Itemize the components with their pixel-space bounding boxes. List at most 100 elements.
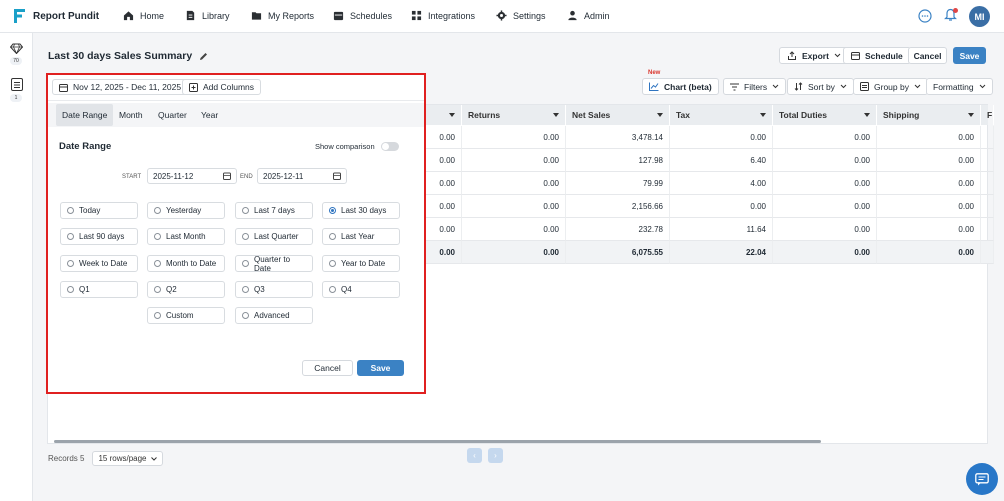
preset-option-last-30-days[interactable]: Last 30 days [322, 202, 400, 219]
preset-option-custom[interactable]: Custom [147, 307, 225, 324]
radio-button[interactable] [329, 260, 336, 267]
radio-button[interactable] [242, 233, 249, 240]
calendar-icon[interactable] [223, 172, 231, 180]
preset-option-last-7-days[interactable]: Last 7 days [235, 202, 313, 219]
radio-button[interactable] [242, 260, 249, 267]
save-button[interactable]: Save [953, 47, 986, 64]
radio-button[interactable] [154, 207, 161, 214]
radio-button[interactable] [67, 233, 74, 240]
nav-integrations[interactable]: Integrations [411, 10, 475, 21]
nav-settings[interactable]: Settings [496, 10, 546, 21]
new-badge: New [648, 70, 661, 76]
chart-button[interactable]: Chart (beta) [642, 78, 719, 95]
records-count: Records 5 [48, 454, 85, 463]
table-cell: 11.64 [670, 218, 773, 241]
folder-icon [251, 12, 262, 20]
sort-button[interactable]: Sort by [787, 78, 854, 95]
radio-button[interactable] [329, 286, 336, 293]
panel-save-button[interactable]: Save [357, 360, 404, 376]
chat-icon[interactable] [918, 9, 932, 23]
radio-button[interactable] [154, 260, 161, 267]
preset-option-advanced[interactable]: Advanced [235, 307, 313, 324]
radio-button[interactable] [242, 312, 249, 319]
report-title: Last 30 days Sales Summary [48, 50, 208, 62]
rows-per-page-select[interactable]: 15 rows/page [92, 451, 163, 466]
preset-option-last-month[interactable]: Last Month [147, 228, 225, 245]
preset-option-last-quarter[interactable]: Last Quarter [235, 228, 313, 245]
end-date-input[interactable]: 2025-12-11 [257, 168, 347, 184]
preset-option-label: Last Month [166, 232, 206, 241]
export-button[interactable]: Export [779, 47, 849, 64]
radio-button[interactable] [329, 233, 336, 240]
column-header[interactable]: Shipping [877, 105, 981, 125]
radio-button[interactable] [242, 286, 249, 293]
column-header[interactable]: Tax [670, 105, 773, 125]
table-cell: 127.98 [566, 149, 670, 172]
nav-admin[interactable]: Admin [567, 10, 610, 21]
list-icon[interactable] [8, 76, 25, 93]
chevron-down-icon [834, 53, 841, 58]
comparison-toggle[interactable] [380, 142, 399, 151]
column-header[interactable]: Net Sales [566, 105, 670, 125]
tab-year[interactable]: Year [195, 104, 224, 126]
calendar-icon [333, 11, 344, 21]
tab-quarter[interactable]: Quarter [152, 104, 193, 126]
notification-bell-icon[interactable] [944, 8, 958, 23]
radio-button[interactable] [67, 260, 74, 267]
start-date-input[interactable]: 2025-11-12 [147, 168, 237, 184]
column-header[interactable]: F [981, 105, 994, 125]
nav-home[interactable]: Home [123, 10, 164, 21]
next-page-button[interactable]: › [488, 448, 503, 463]
preset-option-yesterday[interactable]: Yesterday [147, 202, 225, 219]
avatar[interactable]: MI [969, 6, 990, 27]
formatting-button[interactable]: Formatting [926, 78, 993, 95]
preset-option-month-to-date[interactable]: Month to Date [147, 255, 225, 272]
date-range-chip[interactable]: Nov 12, 2025 - Dec 11, 2025 [52, 79, 189, 95]
nav-library[interactable]: Library [185, 10, 230, 21]
diamond-icon[interactable] [8, 40, 25, 57]
preset-option-last-year[interactable]: Last Year [322, 228, 400, 245]
tab-month[interactable]: Month [113, 104, 149, 126]
preset-option-year-to-date[interactable]: Year to Date [322, 255, 400, 272]
nav-library-label: Library [202, 10, 230, 21]
radio-button[interactable] [242, 207, 249, 214]
calendar-icon[interactable] [333, 172, 341, 180]
edit-pencil-icon[interactable] [199, 52, 208, 61]
nav-my-reports[interactable]: My Reports [251, 10, 314, 21]
radio-button[interactable] [154, 286, 161, 293]
cancel-button[interactable]: Cancel [908, 47, 947, 64]
brand[interactable]: Report Pundit [14, 9, 99, 23]
column-header-hidden[interactable] [426, 105, 462, 125]
radio-button[interactable] [67, 207, 74, 214]
show-comparison-label: Show comparison [315, 142, 375, 151]
prev-page-button[interactable]: ‹ [467, 448, 482, 463]
radio-button[interactable] [154, 312, 161, 319]
horizontal-scrollbar[interactable] [54, 440, 821, 443]
radio-button[interactable] [154, 233, 161, 240]
schedule-button[interactable]: Schedule [843, 47, 911, 64]
preset-option-q1[interactable]: Q1 [60, 281, 138, 298]
add-columns-button[interactable]: Add Columns [182, 79, 262, 95]
preset-option-q3[interactable]: Q3 [235, 281, 313, 298]
column-header[interactable]: Returns [462, 105, 566, 125]
column-header[interactable]: Total Duties [773, 105, 877, 125]
filters-button[interactable]: Filters [723, 78, 787, 95]
show-comparison[interactable]: Show comparison [315, 142, 399, 151]
caret-down-icon [657, 113, 663, 117]
preset-option-today[interactable]: Today [60, 202, 138, 219]
table-cell: 0.00 [426, 149, 462, 172]
panel-cancel-button[interactable]: Cancel [302, 360, 353, 376]
tab-date-range[interactable]: Date Range [56, 104, 114, 126]
preset-option-q4[interactable]: Q4 [322, 281, 400, 298]
chat-support-button[interactable] [966, 463, 998, 495]
caret-down-icon [760, 113, 766, 117]
radio-button[interactable] [329, 207, 336, 214]
group-button[interactable]: Group by [853, 78, 928, 95]
radio-button[interactable] [67, 286, 74, 293]
preset-option-last-90-days[interactable]: Last 90 days [60, 228, 138, 245]
preset-option-week-to-date[interactable]: Week to Date [60, 255, 138, 272]
table-cell: 0.00 [773, 172, 877, 195]
nav-schedules[interactable]: Schedules [333, 10, 392, 21]
preset-option-quarter-to-date[interactable]: Quarter to Date [235, 255, 313, 273]
preset-option-q2[interactable]: Q2 [147, 281, 225, 298]
